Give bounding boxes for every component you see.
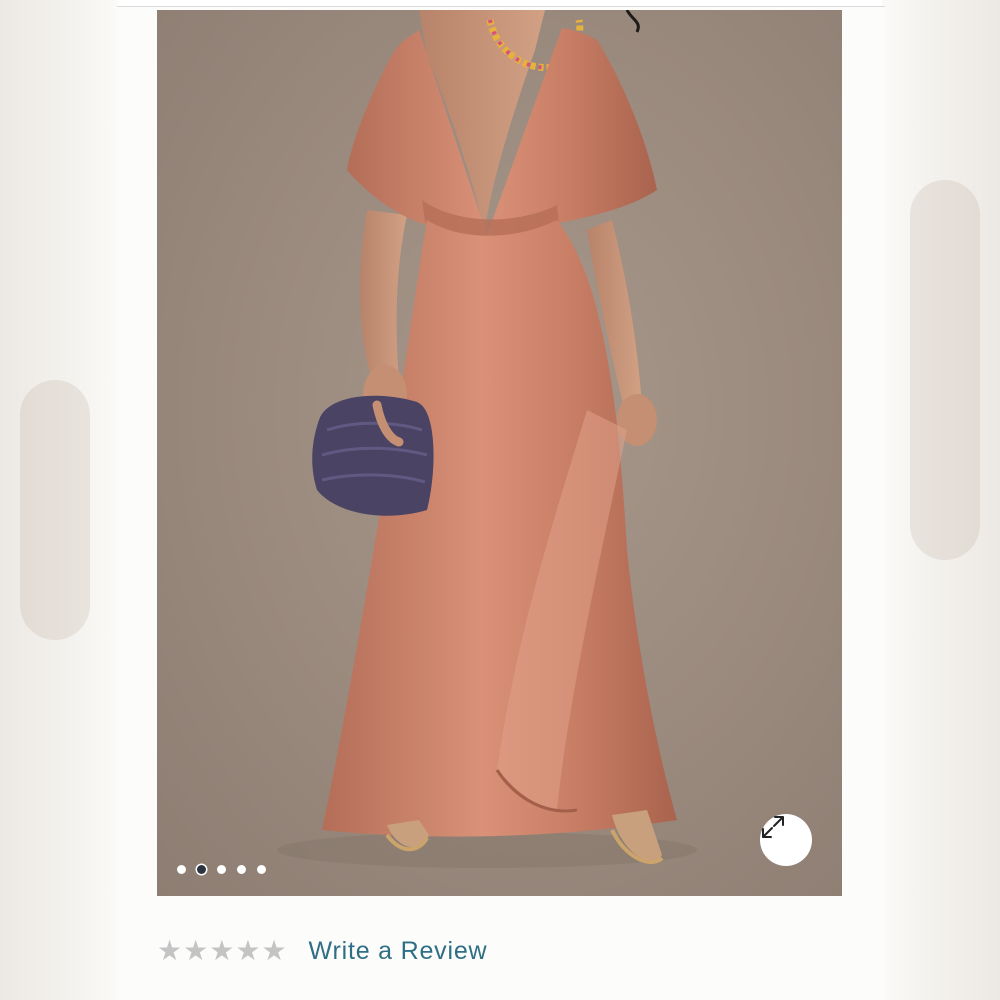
expand-arrows-icon <box>762 816 784 838</box>
right-backdrop <box>882 0 1000 1000</box>
carousel-dot[interactable] <box>257 865 266 874</box>
star-icon: ★ <box>235 934 261 967</box>
star-icon: ★ <box>261 934 287 967</box>
star-icon: ★ <box>183 934 209 967</box>
write-review-link[interactable]: Write a Review <box>309 937 488 966</box>
carousel-dot[interactable] <box>217 865 226 874</box>
expand-image-button[interactable] <box>760 814 812 866</box>
dress-illustration <box>277 10 697 868</box>
carousel-dot-active[interactable] <box>197 865 206 874</box>
product-image[interactable] <box>157 10 842 896</box>
star-icon: ★ <box>209 934 235 967</box>
rating-row: ★ ★ ★ ★ ★ Write a Review <box>157 931 487 971</box>
carousel-dot[interactable] <box>237 865 246 874</box>
product-card: ★ ★ ★ ★ ★ Write a Review <box>117 6 885 1000</box>
carousel-dot[interactable] <box>177 865 186 874</box>
star-icon: ★ <box>157 934 183 967</box>
carousel-dots <box>177 865 266 874</box>
left-backdrop <box>0 0 118 1000</box>
backdrop-blur <box>910 180 980 560</box>
backdrop-blur <box>20 380 90 640</box>
star-rating: ★ ★ ★ ★ ★ <box>157 937 287 965</box>
